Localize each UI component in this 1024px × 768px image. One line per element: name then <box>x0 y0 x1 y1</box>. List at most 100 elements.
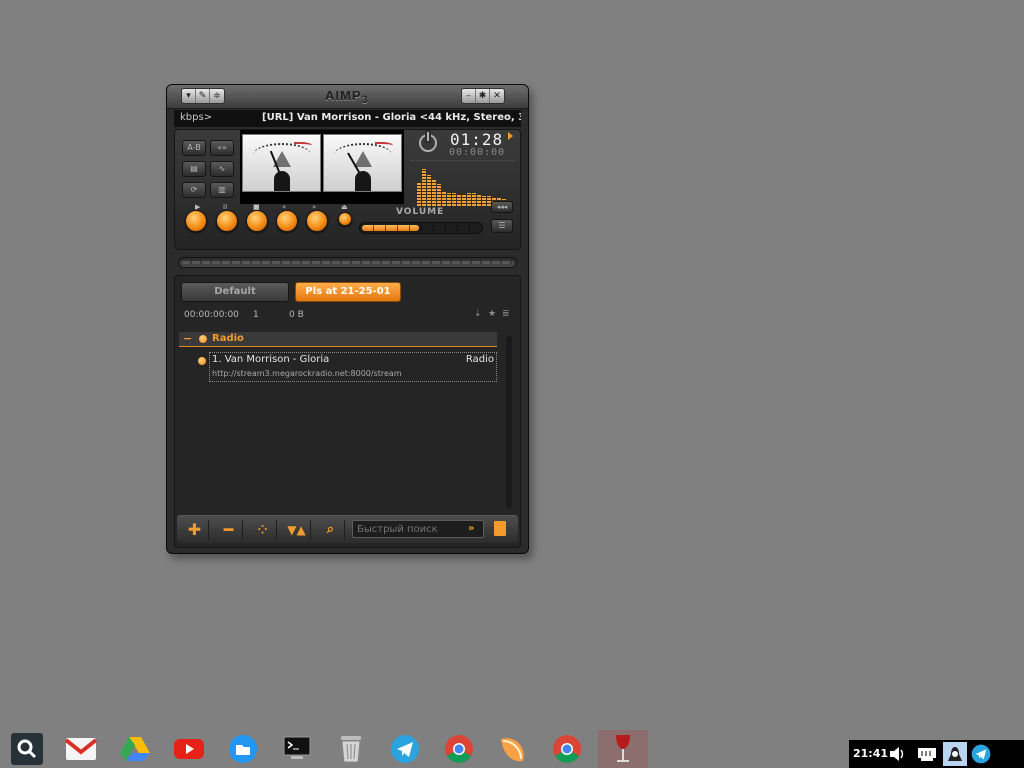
playlist-mode-button[interactable]: ▤ <box>182 161 206 177</box>
playlist-count: 1 <box>253 310 259 320</box>
gmail-icon[interactable] <box>64 732 98 766</box>
spectrum-bar <box>467 193 471 206</box>
close-icon[interactable]: ✕ <box>490 89 504 103</box>
star-icon[interactable]: ★ <box>488 309 496 319</box>
search-icon[interactable] <box>10 732 44 766</box>
spectrum-bar <box>457 194 461 206</box>
chrome-icon[interactable] <box>550 732 584 766</box>
open-file-button[interactable] <box>338 212 352 226</box>
chrome-icon[interactable] <box>442 732 476 766</box>
pin-icon[interactable]: ⇣ <box>474 309 482 319</box>
menu-icon[interactable]: ▾ <box>182 89 196 103</box>
dock <box>0 730 660 768</box>
play-button[interactable] <box>185 210 207 232</box>
repeat-button[interactable]: ⟳ <box>182 182 206 198</box>
track-bullet-icon <box>198 357 206 365</box>
sort-icon[interactable]: ▼▲ <box>283 520 311 540</box>
logo-version: 3 <box>361 94 369 106</box>
spectrum-bar <box>447 193 451 206</box>
search-icon[interactable]: ⌕ <box>317 520 345 540</box>
collapse-icon[interactable]: − <box>183 332 192 345</box>
telegram-icon[interactable] <box>388 732 422 766</box>
playlist-duration: 00:00:00:00 <box>184 310 239 320</box>
tab-pls-active[interactable]: Pls at 21-25-01 <box>295 282 401 302</box>
spectrum-bar <box>472 193 476 206</box>
group-bullet-icon <box>199 335 207 343</box>
vu-pivot <box>274 171 290 191</box>
trash-icon[interactable] <box>334 732 368 766</box>
volume-slider[interactable] <box>359 222 483 234</box>
spectrum-bar <box>422 169 426 206</box>
add-icon[interactable]: ✚ <box>181 520 209 540</box>
playlist-toolbar: ✚ ━ ⁘ ▼▲ ⌕ » <box>177 515 518 543</box>
playlist-list: − Radio 1. Van Morrison - Gloria Radio h… <box>179 328 507 508</box>
group-title: Radio <box>212 333 244 344</box>
pause-button[interactable] <box>216 210 238 232</box>
ab-repeat-button[interactable]: A-B <box>182 140 206 156</box>
playlist-track[interactable]: 1. Van Morrison - Gloria Radio http://st… <box>198 352 497 382</box>
track-group: Radio <box>465 354 494 365</box>
shade-icon[interactable]: ≑ <box>210 89 224 103</box>
aimp-triangle-icon <box>354 151 372 167</box>
tab-default[interactable]: Default <box>181 282 289 302</box>
stop-button[interactable] <box>246 210 268 232</box>
logo-text: AIMP <box>325 88 362 103</box>
next-button[interactable] <box>306 210 328 232</box>
minimize-icon[interactable]: – <box>462 89 476 103</box>
time-total: 00:00:00 <box>449 147 506 158</box>
dots-icon[interactable]: ⁘ <box>249 520 277 540</box>
vu-meters <box>240 130 404 204</box>
titlebar-right-buttons: – ✱ ✕ <box>461 88 505 104</box>
file-icon[interactable] <box>494 521 506 536</box>
spectrum-bar <box>452 193 456 206</box>
balance-button[interactable]: ◂◂◂ <box>491 201 513 213</box>
playing-indicator-icon <box>508 132 513 140</box>
list-menu-icon[interactable]: ≣ <box>502 309 510 319</box>
playlist-size: 0 B <box>289 310 304 320</box>
mango-icon[interactable] <box>496 732 530 766</box>
track-url: http://stream3.megarockradio.net:8000/st… <box>212 369 402 378</box>
track-title: [URL] Van Morrison - Gloria <44 kHz, Ste… <box>262 112 521 123</box>
eject-icon: ⏏ <box>341 203 348 211</box>
title-bar[interactable]: ▾ ✎ ≑ AIMP3 – ✱ ✕ <box>167 85 528 109</box>
search-go-icon[interactable]: » <box>468 523 474 534</box>
spectrum-bar <box>442 191 446 206</box>
previous-button[interactable] <box>276 210 298 232</box>
aimp-window: ▾ ✎ ≑ AIMP3 – ✱ ✕ kbps> [URL] Van Morris… <box>166 84 529 554</box>
network-icon[interactable] <box>917 746 937 762</box>
seek-bar[interactable] <box>178 257 517 268</box>
playlist-toggle-button[interactable]: ☰ <box>491 219 513 233</box>
surround-button[interactable]: «» <box>210 140 234 156</box>
spectrum-bar <box>462 194 466 206</box>
vu-red-zone <box>294 142 312 148</box>
volume-ticks <box>362 225 480 231</box>
playlist-group-header[interactable]: − Radio <box>179 332 497 347</box>
spectrum-bar <box>432 180 436 206</box>
volume-icon[interactable] <box>889 746 907 762</box>
vu-pivot <box>355 171 371 191</box>
clock[interactable]: 21:41 <box>853 747 888 760</box>
youtube-icon[interactable] <box>172 732 206 766</box>
keyboard-layout-icon[interactable] <box>943 742 967 766</box>
track-name: 1. Van Morrison - Gloria <box>212 354 330 365</box>
spectrum-bar <box>417 182 421 206</box>
wrench-icon[interactable]: ✎ <box>196 89 210 103</box>
pin-icon[interactable]: ✱ <box>476 89 490 103</box>
files-icon[interactable] <box>226 732 260 766</box>
system-tray: 21:41 <box>849 740 1024 768</box>
ab-label: A-B <box>187 143 201 152</box>
telegram-icon[interactable] <box>971 744 991 764</box>
quick-search-input[interactable] <box>352 520 484 538</box>
playlist-scrollbar[interactable] <box>506 336 512 508</box>
terminal-icon[interactable] <box>280 732 314 766</box>
wine-icon[interactable] <box>598 730 648 768</box>
titlebar-left-buttons: ▾ ✎ ≑ <box>181 88 225 104</box>
drive-icon[interactable] <box>118 732 152 766</box>
power-icon[interactable] <box>419 132 437 152</box>
player-panel: A-B «» ▤ ∿ ⟳ ▥ 01:28 00:00:00 ▶ II ■ « »… <box>174 129 521 250</box>
remove-icon[interactable]: ━ <box>215 520 243 540</box>
equalizer-wave-button[interactable]: ∿ <box>210 161 234 177</box>
spectrum-bar <box>427 175 431 206</box>
spectrum-bar <box>437 184 441 206</box>
equalizer-button[interactable]: ▥ <box>210 182 234 198</box>
